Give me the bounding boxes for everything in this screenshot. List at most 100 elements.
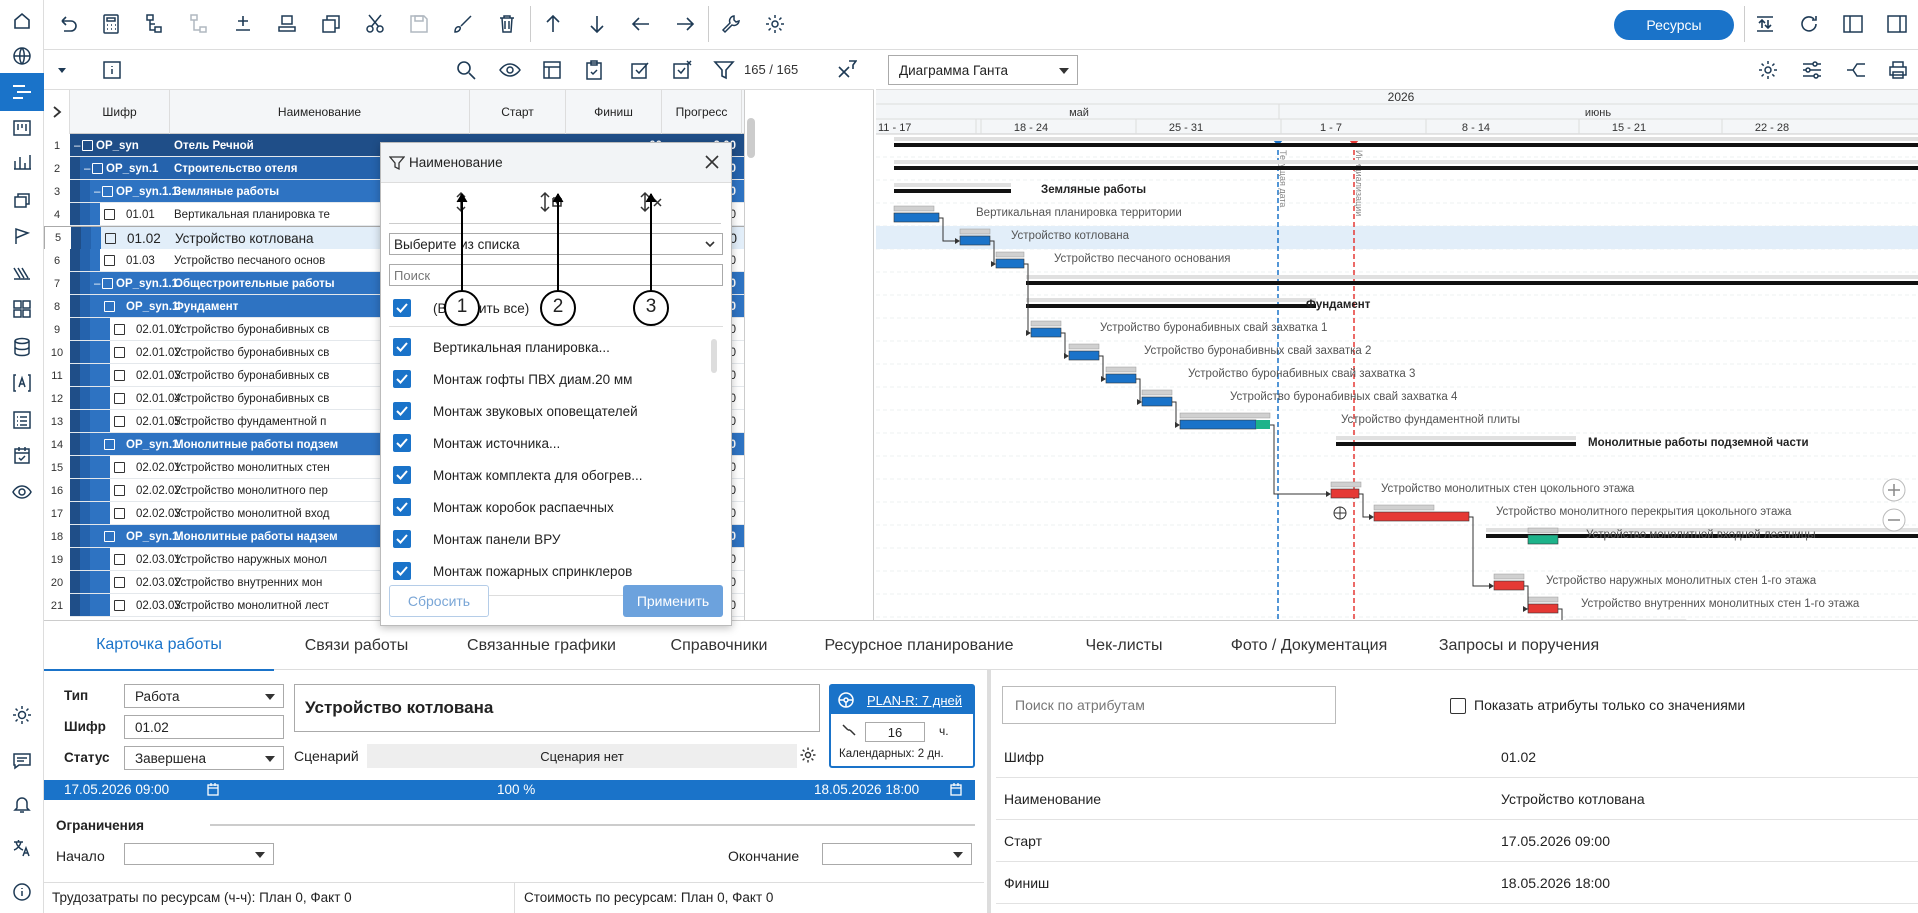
- critical-path-icon[interactable]: [1842, 58, 1870, 82]
- begin-select[interactable]: [124, 843, 274, 865]
- scissors-icon[interactable]: [358, 7, 392, 41]
- col-header-code[interactable]: Шифр: [70, 90, 170, 134]
- row-checkbox[interactable]: –: [74, 134, 94, 157]
- info-icon[interactable]: [0, 875, 44, 909]
- view-eye-icon[interactable]: [494, 54, 526, 86]
- type-select[interactable]: Работа: [124, 684, 284, 708]
- grid-scrollbar[interactable]: [747, 118, 755, 158]
- checkbox-checked-icon[interactable]: [393, 434, 411, 452]
- checkbox-checked-icon[interactable]: [393, 498, 411, 516]
- calendar-check-icon[interactable]: [0, 438, 44, 472]
- row-checkbox[interactable]: [114, 387, 134, 410]
- end-select[interactable]: [822, 843, 972, 865]
- print-icon[interactable]: [1884, 58, 1912, 82]
- tab-0[interactable]: Карточка работы: [44, 621, 274, 671]
- resources-button[interactable]: Ресурсы: [1614, 10, 1734, 40]
- gantt-view-select[interactable]: Диаграмма Ганта: [888, 55, 1078, 85]
- row-checkbox[interactable]: [114, 318, 134, 341]
- arrow-right-icon[interactable]: [668, 7, 702, 41]
- checkbox-checked-icon[interactable]: [393, 338, 411, 356]
- attribute-row[interactable]: Финиш 18.05.2026 18:00: [996, 862, 1918, 904]
- gantt-menu-icon[interactable]: [0, 73, 44, 111]
- filter-list-item[interactable]: Монтаж гофты ПВХ диам.20 мм: [389, 363, 709, 395]
- row-checkbox[interactable]: –: [84, 157, 104, 180]
- text-field-icon[interactable]: [0, 366, 44, 400]
- row-checkbox[interactable]: [114, 456, 134, 479]
- calculator-icon[interactable]: [94, 7, 128, 41]
- info-box-icon[interactable]: [96, 54, 128, 86]
- refresh-icon[interactable]: [1792, 7, 1826, 41]
- gantt-settings-icon[interactable]: [1754, 58, 1782, 82]
- row-checkbox[interactable]: [114, 479, 134, 502]
- hierarchy-icon[interactable]: [182, 7, 216, 41]
- attribute-row[interactable]: Шифр 01.02: [996, 736, 1918, 778]
- stamp-icon[interactable]: [270, 7, 304, 41]
- status-select[interactable]: Завершена: [124, 746, 284, 770]
- arrow-left-icon[interactable]: [624, 7, 658, 41]
- row-checkbox[interactable]: [104, 433, 124, 456]
- tab-4[interactable]: Ресурсное планирование: [794, 621, 1044, 671]
- row-checkbox[interactable]: [104, 249, 124, 272]
- only-values-checkbox[interactable]: [1450, 698, 1466, 714]
- filter-list-item[interactable]: Монтаж источника...: [389, 427, 709, 459]
- col-header-name[interactable]: Наименование: [170, 90, 470, 134]
- plan-link[interactable]: PLAN-R: 7 дней: [867, 693, 962, 708]
- row-checkbox[interactable]: [114, 594, 134, 617]
- trash-icon[interactable]: [490, 7, 524, 41]
- brush-icon[interactable]: [446, 7, 480, 41]
- filter-list-item[interactable]: Монтаж пожарных спринклеров: [389, 555, 709, 587]
- tab-5[interactable]: Чек-листы: [1044, 621, 1204, 671]
- sliders-icon[interactable]: [1798, 58, 1826, 82]
- add-row-icon[interactable]: [226, 7, 260, 41]
- sun-icon[interactable]: [0, 698, 44, 732]
- task-title-input[interactable]: Устройство котлована: [294, 684, 820, 732]
- tab-7[interactable]: Запросы и поручения: [1414, 621, 1624, 671]
- checkbox-checked-icon[interactable]: [393, 370, 411, 388]
- search-icon[interactable]: [450, 54, 482, 86]
- calendar-icon[interactable]: [207, 783, 219, 796]
- list-icon[interactable]: [0, 403, 44, 437]
- row-checkbox[interactable]: [104, 525, 124, 548]
- flag-icon[interactable]: [0, 219, 44, 253]
- attributes-search-input[interactable]: Поиск по атрибутам: [1002, 686, 1336, 724]
- layout-icon[interactable]: [536, 54, 568, 86]
- filter-list-item[interactable]: Монтаж звуковых оповещателей: [389, 395, 709, 427]
- checkbox-checked-icon[interactable]: [393, 402, 411, 420]
- tab-3[interactable]: Справочники: [644, 621, 794, 671]
- tab-2[interactable]: Связанные графики: [439, 621, 644, 671]
- chart-icon[interactable]: [0, 145, 44, 179]
- chat-icon[interactable]: [0, 744, 44, 778]
- clear-filter-icon[interactable]: [830, 54, 862, 86]
- filter-scrollbar[interactable]: [711, 339, 717, 373]
- layers-icon[interactable]: [0, 183, 44, 217]
- tab-6[interactable]: Фото / Документация: [1204, 621, 1414, 671]
- apply-button[interactable]: Применить: [623, 585, 723, 617]
- grid-icon[interactable]: [0, 292, 44, 326]
- start-date[interactable]: 17.05.2026 09:00: [64, 782, 169, 797]
- end-date[interactable]: 18.05.2026 18:00: [814, 782, 919, 797]
- row-checkbox[interactable]: [114, 548, 134, 571]
- checkbox-clear-icon[interactable]: [666, 54, 698, 86]
- row-checkbox[interactable]: [114, 341, 134, 364]
- col-header-finish[interactable]: Финиш: [566, 90, 662, 134]
- checkbox-select-icon[interactable]: [624, 54, 656, 86]
- filter-list-item[interactable]: Монтаж коробок распаечных: [389, 491, 709, 523]
- gantt-chart[interactable]: 2026 май июнь 11 - 17 18 - 24 25 - 31 1 - 7 8 -…: [876, 90, 1918, 620]
- translate-icon[interactable]: [0, 831, 44, 865]
- checkbox-checked-icon[interactable]: [393, 466, 411, 484]
- filter-list-item[interactable]: Монтаж панели ВРУ: [389, 523, 709, 555]
- board-icon[interactable]: [0, 111, 44, 145]
- sort-arrows-icon[interactable]: [1748, 7, 1782, 41]
- filter-icon[interactable]: [708, 54, 740, 86]
- reset-button[interactable]: Сбросить: [389, 585, 489, 617]
- attribute-row[interactable]: Старт 17.05.2026 09:00: [996, 820, 1918, 862]
- arrow-down-icon[interactable]: [580, 7, 614, 41]
- scenario-settings-icon[interactable]: [799, 746, 817, 764]
- bell-icon[interactable]: [0, 787, 44, 821]
- filter-list-item[interactable]: Монтаж комплекта для обогрев...: [389, 459, 709, 491]
- checkbox-checked-icon[interactable]: [393, 562, 411, 580]
- undo-icon[interactable]: [50, 7, 84, 41]
- attribute-row[interactable]: Наименование Устройство котлована: [996, 778, 1918, 820]
- checkbox-checked-icon[interactable]: [393, 530, 411, 548]
- row-checkbox[interactable]: [114, 410, 134, 433]
